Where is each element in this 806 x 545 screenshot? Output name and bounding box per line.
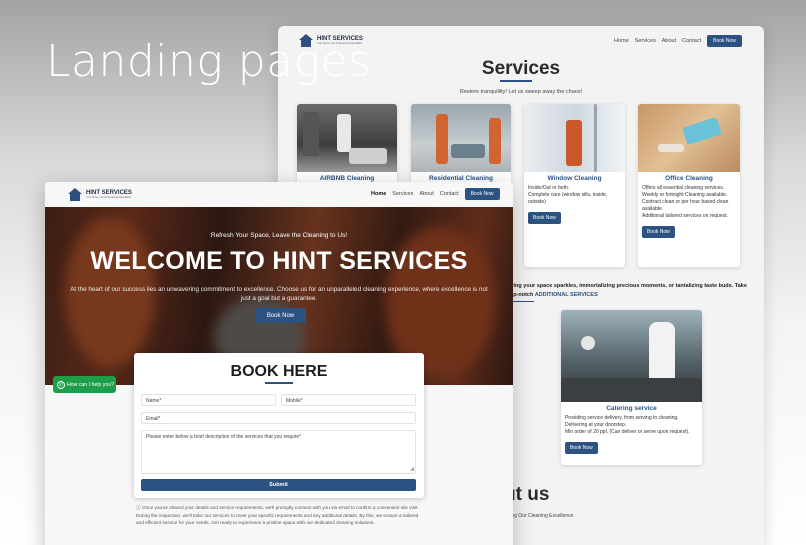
card-title: Residential Cleaning: [429, 175, 493, 182]
card-title: Window Cleaning: [547, 175, 602, 182]
additional-line: uring your space sparkles, immortalizing…: [508, 283, 747, 289]
services-subtitle: Restore tranquillity! Let us sweep away …: [459, 89, 583, 95]
submit-button[interactable]: Submit: [141, 479, 416, 491]
card-desc-line: Offers all essential cleaning services.: [642, 185, 725, 191]
booking-title: BOOK HERE: [230, 363, 328, 380]
window-book-button[interactable]: Book Now: [528, 212, 561, 224]
house-logo-icon: [67, 188, 83, 201]
name-field[interactable]: Name*: [141, 394, 276, 406]
residential-photo: [411, 104, 511, 172]
landing-page-window: HINT SERVICES Your Home, Our Professiona…: [45, 182, 513, 545]
booking-note: ⓘ Once you've shared your details and se…: [136, 504, 421, 527]
window-photo: [524, 104, 625, 172]
message-placeholder: Please enter below a brief description o…: [146, 434, 302, 440]
whatsapp-chat-button[interactable]: ✆ How can I help you?: [53, 376, 116, 393]
service-card-airbnb: AIRBNB Cleaning: [297, 104, 397, 186]
catering-book-button[interactable]: Book Now: [565, 442, 598, 454]
services-nav-links: Home Services About Contact Book Now: [614, 35, 742, 47]
nav-about[interactable]: About: [662, 38, 676, 44]
card-desc-line: Weekly or fortnight Cleaning available.: [642, 192, 728, 198]
whatsapp-icon: ✆: [57, 380, 65, 389]
nav-home[interactable]: Home: [371, 191, 386, 197]
additional-services-link[interactable]: ADDITIONAL SERVICES: [535, 292, 598, 298]
card-desc-line: Min order of 20 ppl. (Can deliver or ser…: [565, 429, 690, 435]
service-card-window: Window Cleaning Inside/Out or both. Comp…: [524, 104, 625, 267]
resize-handle-icon[interactable]: ◢: [410, 466, 414, 472]
whatsapp-label: How can I help you?: [67, 381, 115, 388]
nav-contact[interactable]: Contact: [440, 191, 459, 197]
card-desc-line: Additional tailored services on request.: [642, 213, 728, 219]
hero-description: At the heart of our success lies an unwa…: [70, 286, 488, 302]
hero-book-now-button[interactable]: Book Now: [255, 308, 306, 323]
service-card-catering: Catering service Providing service deliv…: [561, 310, 702, 465]
additional-services-text: uring your space sparkles, immortalizing…: [508, 282, 764, 300]
catering-photo: [561, 310, 702, 402]
card-desc-line: Contract clean or per hour based clean a…: [642, 199, 729, 212]
nav-book-now-button[interactable]: Book Now: [464, 188, 500, 200]
nav-home[interactable]: Home: [614, 38, 629, 44]
service-card-residential: Residential Cleaning: [411, 104, 511, 186]
office-photo: [638, 104, 740, 172]
card-desc-line: Complete care (window sills, inside, out…: [528, 192, 608, 205]
nav-services[interactable]: Services: [635, 38, 656, 44]
message-textarea[interactable]: Please enter below a brief description o…: [141, 430, 416, 474]
brand-tagline: Your Home, Our Professional Specialists: [86, 196, 132, 199]
card-title: AIRBNB Cleaning: [319, 175, 375, 182]
nav-services[interactable]: Services: [392, 191, 413, 197]
about-subtitle: iling Our Cleaning Excellence: [508, 513, 574, 519]
card-title: Office Cleaning: [665, 175, 713, 182]
nav-contact[interactable]: Contact: [682, 38, 701, 44]
booking-form: BOOK HERE Name* Mobile* Email* Please en…: [134, 353, 424, 498]
booking-underline: [265, 382, 293, 384]
page-heading: Landing pages: [46, 36, 372, 87]
landing-nav-links: Home Services About Contact Book Now: [371, 188, 500, 200]
nav-about[interactable]: About: [419, 191, 433, 197]
service-card-office: Office Cleaning Offers all essential cle…: [638, 104, 740, 267]
office-book-button[interactable]: Book Now: [642, 226, 675, 238]
info-icon: ⓘ: [136, 505, 141, 510]
booking-note-text: Once you've shared your details and serv…: [136, 505, 419, 526]
nav-book-now-button[interactable]: Book Now: [707, 35, 742, 47]
card-desc-line: Delivering at your doorstep.: [565, 422, 627, 428]
card-desc-line: Providing service delivery, from serving…: [565, 415, 679, 421]
hero-pretitle: Refresh Your Space, Leave the Cleaning t…: [210, 232, 348, 239]
airbnb-photo: [297, 104, 397, 172]
brand-logo[interactable]: HINT SERVICES Your Home, Our Professiona…: [67, 188, 132, 201]
card-title: Catering service: [606, 405, 657, 412]
email-field[interactable]: Email*: [141, 412, 416, 424]
card-desc-line: Inside/Out or both.: [528, 185, 570, 191]
landing-navbar: HINT SERVICES Your Home, Our Professiona…: [45, 182, 513, 207]
hero-title: WELCOME TO HINT SERVICES: [90, 247, 468, 275]
title-underline: [500, 80, 532, 82]
mobile-field[interactable]: Mobile*: [281, 394, 416, 406]
